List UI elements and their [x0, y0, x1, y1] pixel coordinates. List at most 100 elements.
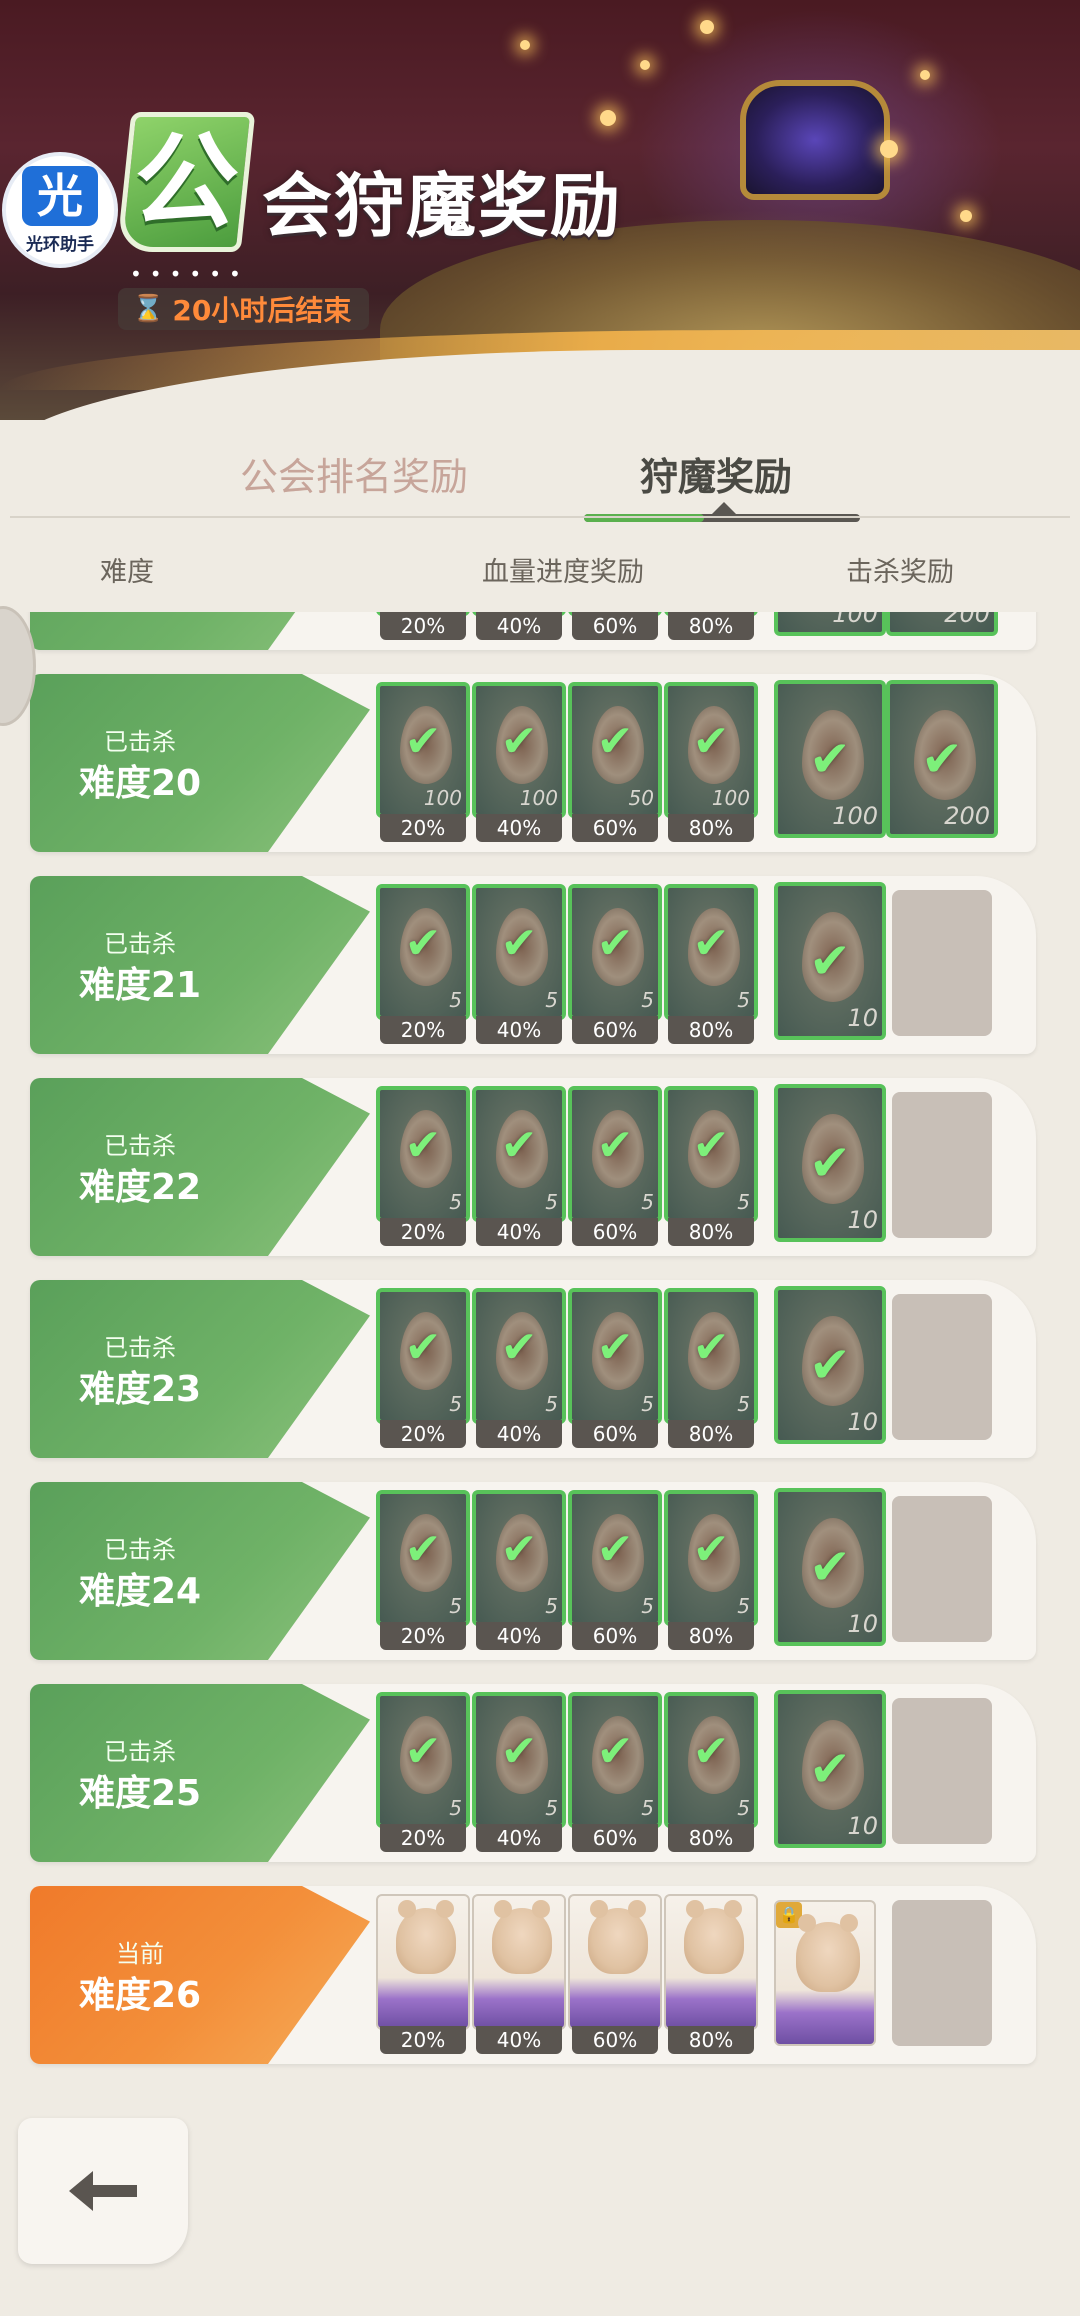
row-difficulty-level: 难度20 [78, 763, 202, 804]
hp-progress-label: 20% [380, 1622, 466, 1650]
hp-reward-item[interactable]: ✔ 5 [568, 1288, 662, 1424]
hp-reward-item[interactable]: ✔ 5 [664, 1692, 758, 1828]
hp-reward-item[interactable]: ✔ 100 [376, 682, 470, 818]
reward-quantity: 5 [641, 1392, 654, 1416]
claimed-check-icon: ✔ [596, 1524, 634, 1575]
empty-reward-slot [892, 1900, 992, 2046]
hp-reward-item[interactable]: ✔ 5 [376, 1692, 470, 1828]
hp-reward-item[interactable]: ✔ 5 [472, 1692, 566, 1828]
hp-reward-item[interactable]: ✔ 5 [376, 1086, 470, 1222]
hp-progress-label: 80% [668, 1016, 754, 1044]
event-timer: ⌛ 20小时后结束 [118, 288, 370, 330]
hp-progress-label: 40% [476, 1218, 562, 1246]
back-button[interactable] [18, 2118, 188, 2264]
divider [10, 516, 1070, 518]
row-difficulty-panel: 已击杀 难度23 [30, 1280, 370, 1458]
hp-reward-item[interactable]: ✔ 100 [664, 682, 758, 818]
kill-reward-item[interactable]: ✔100 [774, 612, 886, 636]
hp-progress-label: 60% [572, 1016, 658, 1044]
kill-reward-item[interactable]: ✔200 [886, 680, 998, 838]
hamster-item-icon [796, 1914, 860, 1992]
hp-progress-label: 80% [668, 2026, 754, 2054]
hamster-item-icon [588, 1900, 648, 1974]
kill-reward-item[interactable]: ✔ 10 [774, 1488, 886, 1646]
hp-reward-item[interactable]: ✔ 5 [664, 884, 758, 1020]
hp-progress-label: 80% [668, 612, 754, 640]
hamster-item-icon [684, 1900, 744, 1974]
row-difficulty-level: 难度25 [78, 1773, 202, 1814]
kill-reward-item[interactable]: ✔200 [886, 612, 998, 636]
reward-quantity: 5 [545, 1796, 558, 1820]
hp-reward-item[interactable]: ✔ 5 [568, 1692, 662, 1828]
hp-reward-item[interactable]: ✔ 50 [568, 682, 662, 818]
hp-reward-item[interactable]: ✔ 5 [568, 884, 662, 1020]
row-difficulty-panel: 当前 难度26 [30, 1886, 370, 2064]
hp-progress-label: 20% [380, 1016, 466, 1044]
difficulty-list[interactable]: ✔10020%✔10040%✔5060%✔10080%✔100✔200已击杀难度… [0, 612, 1080, 2092]
hp-reward-item[interactable]: ✔ 5 [568, 1490, 662, 1626]
hp-progress-label: 60% [572, 612, 658, 640]
hp-progress-label: 20% [380, 814, 466, 842]
sparkle-icon [520, 40, 530, 50]
hp-reward-item[interactable] [472, 1894, 566, 2030]
empty-reward-slot [892, 1294, 992, 1440]
kill-reward-item[interactable]: ✔100 [774, 680, 886, 838]
claimed-check-icon: ✔ [404, 716, 442, 767]
hp-reward-item[interactable]: ✔ 5 [664, 1086, 758, 1222]
kill-reward-item[interactable]: 🔒 [774, 1900, 876, 2046]
hp-reward-item[interactable]: ✔ 5 [472, 1086, 566, 1222]
claimed-check-icon: ✔ [692, 1120, 730, 1171]
reward-quantity: 5 [545, 1594, 558, 1618]
hp-reward-item[interactable]: ✔ 100 [472, 682, 566, 818]
watermark-caption: 光环助手 [26, 234, 94, 255]
claimed-check-icon: ✔ [921, 730, 963, 788]
hp-reward-item[interactable]: ✔ 5 [376, 1288, 470, 1424]
reward-quantity: 100 [711, 786, 750, 810]
tab-hunt-rewards[interactable]: 狩魔奖励 [640, 446, 792, 501]
hp-reward-item[interactable]: ✔ 5 [376, 884, 470, 1020]
kill-reward-item[interactable]: ✔ 10 [774, 1286, 886, 1444]
reward-quantity: 5 [737, 1796, 750, 1820]
back-arrow-icon [69, 2171, 137, 2211]
claimed-check-icon: ✔ [692, 918, 730, 969]
claimed-check-icon: ✔ [596, 1120, 634, 1171]
hp-reward-item[interactable] [376, 1894, 470, 2030]
hp-reward-item[interactable] [568, 1894, 662, 2030]
claimed-check-icon: ✔ [809, 932, 851, 990]
hp-reward-item[interactable]: ✔ 5 [664, 1490, 758, 1626]
reward-quantity: 5 [449, 1594, 462, 1618]
hp-reward-item[interactable]: ✔ 5 [376, 1490, 470, 1626]
reward-quantity: 5 [545, 988, 558, 1012]
hp-reward-item[interactable]: ✔ 5 [472, 1288, 566, 1424]
claimed-check-icon: ✔ [404, 1120, 442, 1171]
sparkle-icon [640, 60, 650, 70]
difficulty-row: 已击杀 难度23 ✔ 5 20% ✔ 5 40% ✔ 5 60% ✔ 5 80% ✔ 10 [30, 1280, 1036, 1458]
hp-progress-label: 40% [476, 1016, 562, 1044]
claimed-check-icon: ✔ [809, 1336, 851, 1394]
claimed-check-icon: ✔ [692, 1322, 730, 1373]
row-status-label: 已击杀 [104, 930, 176, 958]
row-difficulty-panel: 已击杀 难度21 [30, 876, 370, 1054]
row-status-label: 已击杀 [104, 1536, 176, 1564]
kill-reward-item[interactable]: ✔ 10 [774, 1690, 886, 1848]
hp-progress-label: 20% [380, 1420, 466, 1448]
difficulty-row: 已击杀 难度21 ✔ 5 20% ✔ 5 40% ✔ 5 60% ✔ 5 80% ✔ 10 [30, 876, 1036, 1054]
claimed-check-icon: ✔ [404, 1726, 442, 1777]
hp-reward-item[interactable] [664, 1894, 758, 2030]
reward-quantity: 100 [423, 786, 462, 810]
hp-reward-item[interactable]: ✔ 5 [472, 884, 566, 1020]
reward-quantity: 10 [847, 1004, 878, 1032]
column-header-difficulty: 难度 [100, 557, 154, 588]
kill-reward-item[interactable]: ✔ 10 [774, 1084, 886, 1242]
title-badge: 公 [116, 112, 256, 252]
tab-guild-ranking-rewards[interactable]: 公会排名奖励 [240, 446, 468, 501]
claimed-check-icon: ✔ [404, 1524, 442, 1575]
reward-quantity: 5 [449, 1392, 462, 1416]
hp-reward-item[interactable]: ✔ 5 [664, 1288, 758, 1424]
kill-reward-item[interactable]: ✔ 10 [774, 882, 886, 1040]
hp-reward-item[interactable]: ✔ 5 [472, 1490, 566, 1626]
hp-reward-item[interactable]: ✔ 5 [568, 1086, 662, 1222]
claimed-check-icon: ✔ [596, 1726, 634, 1777]
hp-progress-label: 60% [572, 814, 658, 842]
claimed-check-icon: ✔ [596, 1322, 634, 1373]
